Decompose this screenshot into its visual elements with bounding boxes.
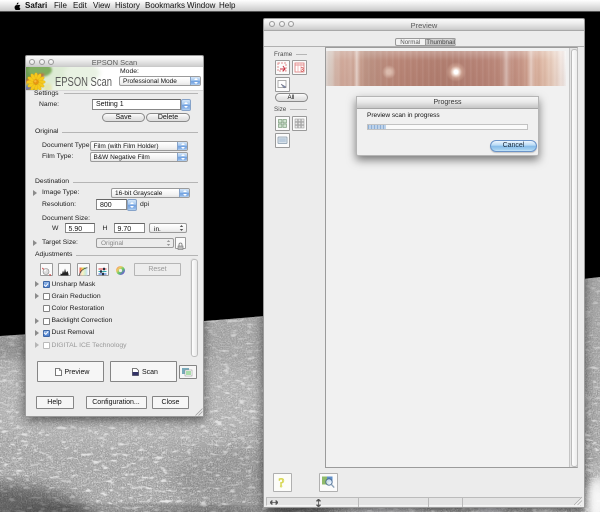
svg-text:?: ? bbox=[279, 475, 285, 490]
svg-text:EPSON Scan: EPSON Scan bbox=[55, 74, 112, 89]
